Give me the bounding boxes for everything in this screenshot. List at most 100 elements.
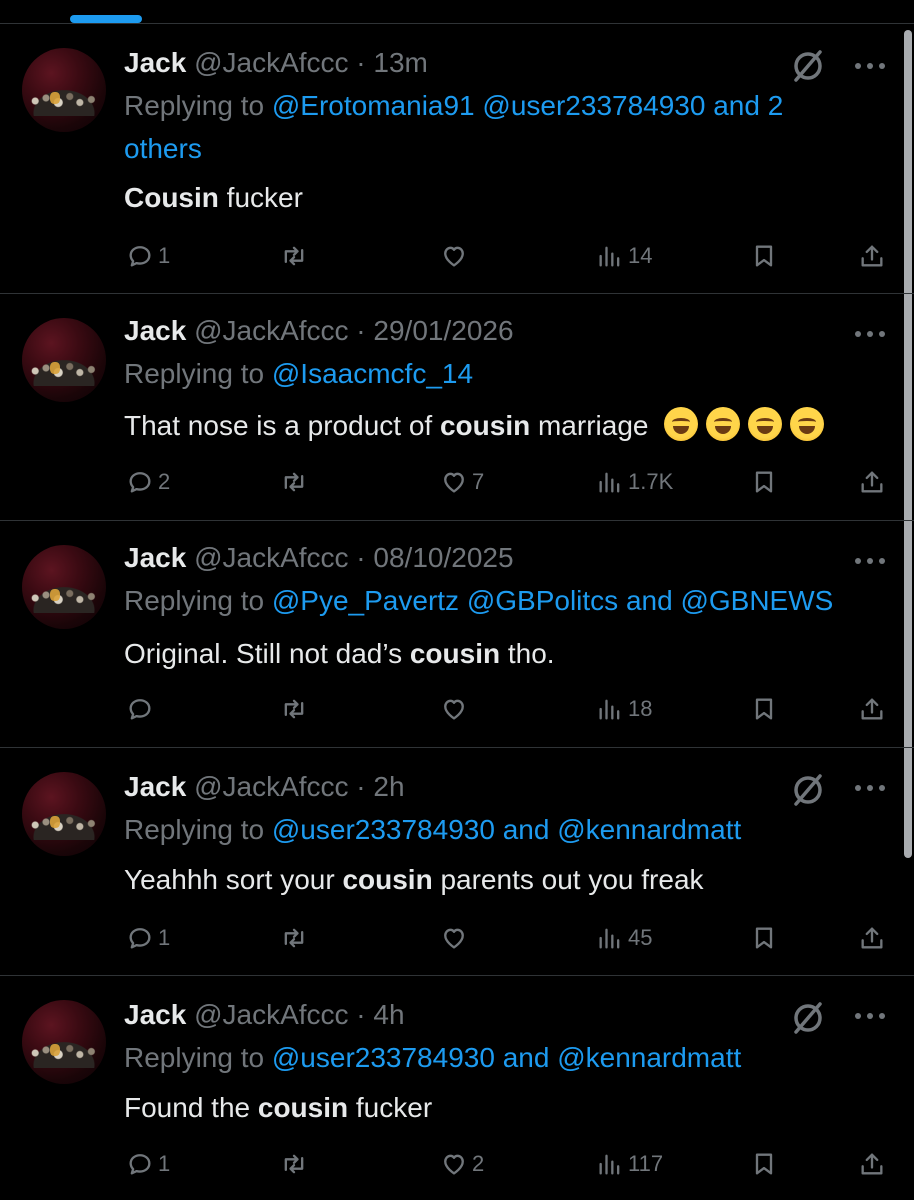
grok-icon[interactable] [790,48,826,84]
share-button[interactable] [858,462,886,502]
views-count: 117 [628,1151,664,1176]
reply-bubble-icon [129,699,151,720]
like-button[interactable] [440,236,468,276]
like-button[interactable] [440,918,468,958]
share-icon [861,471,883,493]
mentions-link[interactable]: @user233784930 and @kennardmatt [272,814,741,845]
tweet-text: That nose is a product of cousin marriag… [124,407,825,444]
tweet-actions: 1 2 117 [0,1144,914,1184]
reply-button[interactable]: 2 [126,462,170,502]
bookmark-button[interactable] [750,236,778,276]
tweet-2[interactable]: Jack @JackAfccc · 29/01/2026 Replying to… [0,294,914,521]
laughing-emoji [664,407,699,441]
avatar[interactable] [22,1000,106,1084]
tweet-5[interactable]: Jack @JackAfccc · 4h Replying to @user23… [0,976,914,1200]
active-tab-indicator [70,15,142,23]
views-button[interactable]: 117 [596,1144,663,1184]
more-dots-icon[interactable] [852,778,888,798]
views-button[interactable]: 18 [596,689,652,729]
retweet-button[interactable] [280,462,308,502]
retweet-button[interactable] [280,918,308,958]
like-count: 7 [472,469,485,494]
more-dots-icon[interactable] [852,1006,888,1026]
like-button[interactable] [440,689,468,729]
share-button[interactable] [858,918,886,958]
heart-icon [444,928,464,949]
mentions-link[interactable]: @Isaacmcfc_14 [272,358,473,389]
reply-bubble-icon [129,246,151,267]
views-button[interactable]: 1.7K [596,462,673,502]
mentions-link[interactable]: @Pye_Pavertz @GBPolitcs and @GBNEWS [272,585,833,616]
bookmark-icon [755,1153,773,1175]
display-name[interactable]: Jack [124,315,186,346]
display-name[interactable]: Jack [124,47,186,78]
reply-button[interactable]: 1 [126,1144,170,1184]
more-dots-icon[interactable] [852,551,888,571]
bookmark-icon [755,698,773,720]
display-name[interactable]: Jack [124,771,186,802]
tweet-actions: 18 [0,689,914,729]
more-dots-icon[interactable] [852,324,888,344]
reply-count: 1 [158,243,171,268]
reply-count: 2 [158,469,171,494]
retweet-icon [284,1154,304,1174]
replying-to: Replying to @Isaacmcfc_14 [124,358,474,389]
tweet-3[interactable]: Jack @JackAfccc · 08/10/2025 Replying to… [0,521,914,748]
display-name[interactable]: Jack [124,542,186,573]
retweet-button[interactable] [280,689,308,729]
reply-bubble-icon [129,928,151,949]
heart-icon [444,246,464,267]
reply-count: 1 [158,925,171,950]
views-button[interactable]: 14 [596,236,652,276]
more-dots-icon[interactable] [852,56,888,76]
tweet-actions: 1 14 [0,236,914,276]
tweet-4[interactable]: Jack @JackAfccc · 2h Replying to @user23… [0,748,914,976]
views-count: 45 [628,925,653,950]
like-count: 2 [472,1151,485,1176]
reply-button[interactable] [126,689,154,729]
grok-icon[interactable] [790,1000,826,1036]
replying-to: Replying to @Erotomania91 @user233784930… [124,90,784,164]
avatar[interactable] [22,772,106,856]
share-button[interactable] [858,689,886,729]
bookmark-icon [755,245,773,267]
handle-time: @JackAfccc · 2h [194,771,405,802]
share-button[interactable] [858,236,886,276]
reply-button[interactable]: 1 [126,918,170,958]
views-count: 1.7K [628,469,674,494]
views-chart-icon [599,928,620,949]
share-button[interactable] [858,1144,886,1184]
avatar[interactable] [22,545,106,629]
retweet-icon [284,928,304,948]
heart-icon [444,472,464,493]
heart-icon [444,699,464,720]
avatar[interactable] [22,318,106,402]
display-name[interactable]: Jack [124,999,186,1030]
tweet-text: Original. Still not dad’s cousin tho. [124,638,555,669]
bookmark-button[interactable] [750,462,778,502]
reply-count: 1 [158,1151,171,1176]
avatar[interactable] [22,48,106,132]
views-chart-icon [599,246,620,267]
retweet-button[interactable] [280,236,308,276]
bookmark-button[interactable] [750,1144,778,1184]
mentions-link[interactable]: @user233784930 and @kennardmatt [272,1042,741,1073]
views-chart-icon [599,699,620,720]
tweet-text: Yeahhh sort your cousin parents out you … [124,864,704,895]
grok-icon[interactable] [790,772,826,808]
bookmark-button[interactable] [750,689,778,729]
replying-to: Replying to @user233784930 and @kennardm… [124,814,742,845]
reply-bubble-icon [129,472,151,493]
reply-button[interactable]: 1 [126,236,170,276]
tweet-text: Cousin fucker [124,182,303,213]
like-button[interactable]: 7 [440,462,484,502]
tweet-text: Found the cousin fucker [124,1092,433,1123]
handle-time: @JackAfccc · 29/01/2026 [194,315,514,346]
retweet-button[interactable] [280,1144,308,1184]
bookmark-button[interactable] [750,918,778,958]
tweet-1[interactable]: Jack @JackAfccc · 13m Replying to @Eroto… [0,24,914,294]
views-button[interactable]: 45 [596,918,652,958]
tweet-actions: 2 7 1.7K [0,462,914,502]
views-count: 18 [628,696,653,721]
like-button[interactable]: 2 [440,1144,484,1184]
